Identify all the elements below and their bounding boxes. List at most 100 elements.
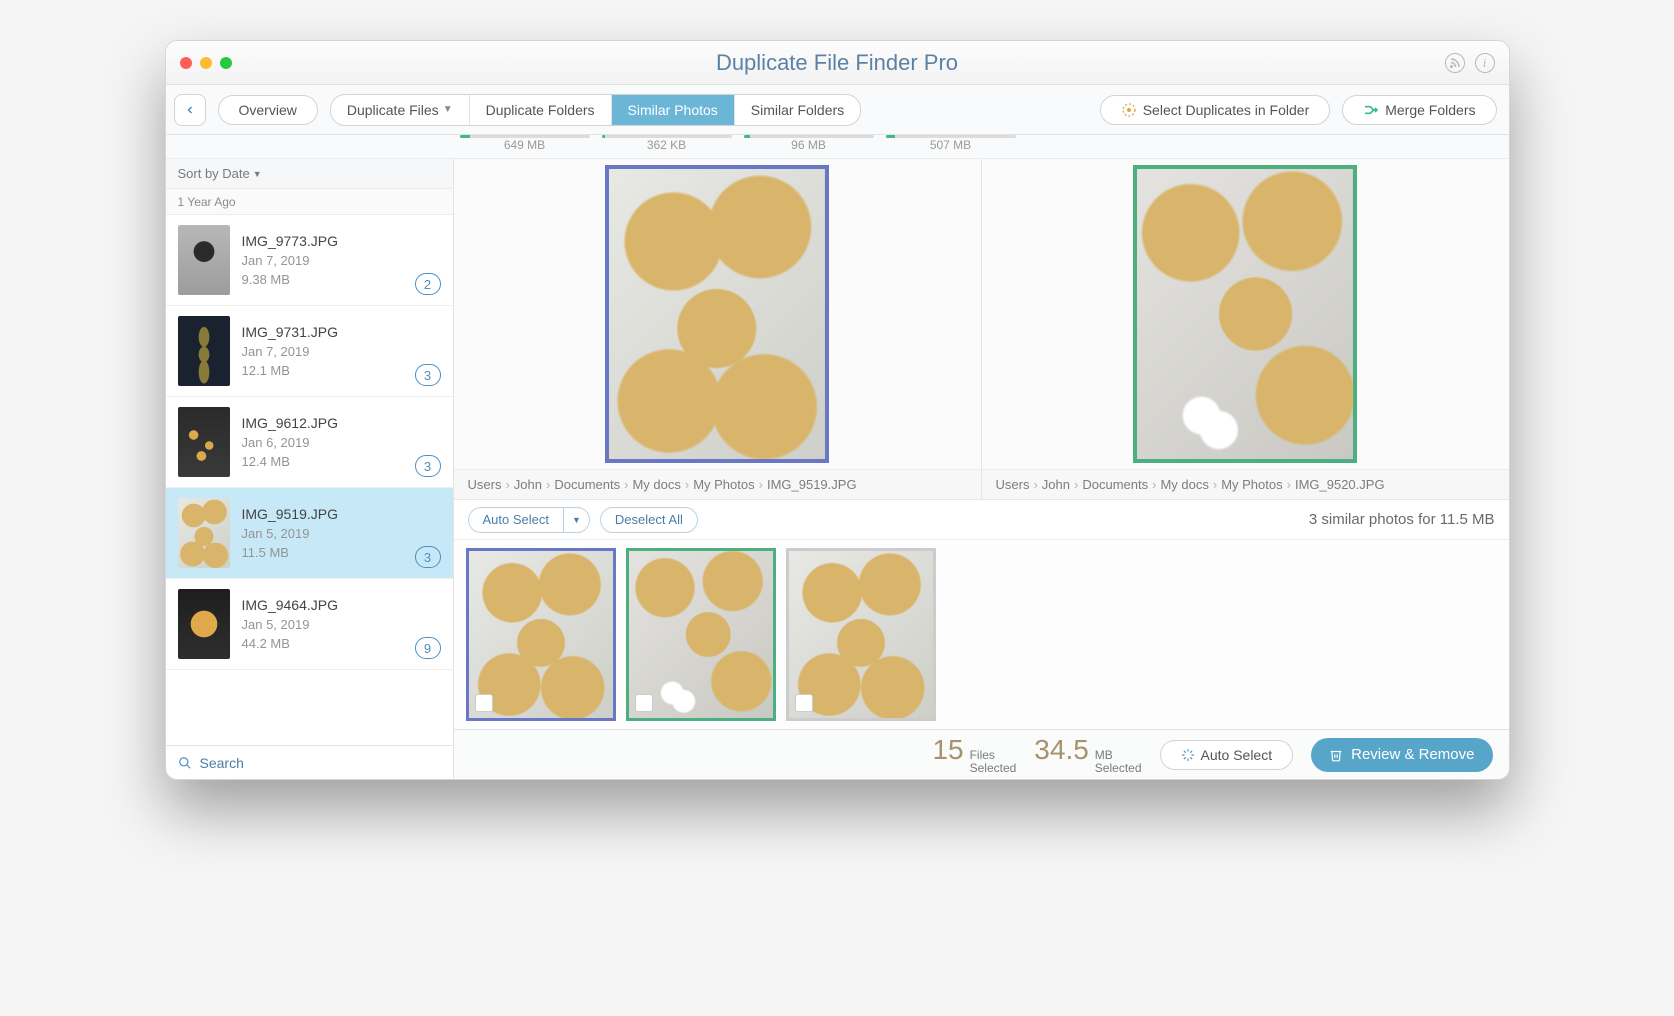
- size-indicators: 649 MB 362 KB 96 MB 507 MB: [166, 135, 1509, 159]
- deselect-all-button[interactable]: Deselect All: [600, 507, 698, 533]
- file-date: Jan 7, 2019: [242, 253, 441, 268]
- count-badge: 3: [415, 546, 441, 568]
- breadcrumb-segment[interactable]: John: [1042, 477, 1070, 492]
- merge-folders-button[interactable]: Merge Folders: [1342, 95, 1496, 125]
- count-badge: 3: [415, 364, 441, 386]
- footer: 15 FilesSelected 34.5 MBSelected Auto Se…: [454, 729, 1509, 779]
- titlebar: Duplicate File Finder Pro i: [166, 41, 1509, 85]
- tab-duplicate-folders[interactable]: Duplicate Folders: [470, 95, 612, 125]
- thumbnail: [178, 225, 230, 295]
- breadcrumb-segment[interactable]: Users: [468, 477, 502, 492]
- thumbnail-1[interactable]: [466, 548, 616, 721]
- file-name: IMG_9731.JPG: [242, 324, 441, 340]
- overview-button[interactable]: Overview: [218, 95, 318, 125]
- checkbox[interactable]: [475, 694, 493, 712]
- breadcrumb-segment[interactable]: Documents: [1082, 477, 1148, 492]
- list-item[interactable]: IMG_9464.JPG Jan 5, 2019 44.2 MB 9: [166, 579, 453, 670]
- file-list: IMG_9773.JPG Jan 7, 2019 9.38 MB 2 IMG_9…: [166, 215, 453, 745]
- count-badge: 9: [415, 637, 441, 659]
- checkbox[interactable]: [635, 694, 653, 712]
- chevron-right-icon: ›: [1033, 477, 1037, 492]
- app-title: Duplicate File Finder Pro: [166, 50, 1509, 76]
- chevron-right-icon: ›: [759, 477, 763, 492]
- chevron-right-icon: ›: [1213, 477, 1217, 492]
- search-icon: [178, 756, 192, 770]
- thumbnail: [178, 316, 230, 386]
- similar-summary: 3 similar photos for 11.5 MB: [1309, 511, 1495, 528]
- chevron-right-icon: ›: [1287, 477, 1291, 492]
- file-name: IMG_9464.JPG: [242, 597, 441, 613]
- tab-duplicate-files[interactable]: Duplicate Files▼: [331, 95, 470, 125]
- breadcrumb-segment[interactable]: My docs: [1160, 477, 1208, 492]
- chevron-right-icon: ›: [505, 477, 509, 492]
- breadcrumb-segment[interactable]: My docs: [632, 477, 680, 492]
- chevron-right-icon: ›: [624, 477, 628, 492]
- file-date: Jan 6, 2019: [242, 435, 441, 450]
- thumbnail-2[interactable]: [626, 548, 776, 721]
- list-item[interactable]: IMG_9773.JPG Jan 7, 2019 9.38 MB 2: [166, 215, 453, 306]
- file-size: 11.5 MB: [242, 545, 441, 560]
- file-name: IMG_9773.JPG: [242, 233, 441, 249]
- merge-icon: [1363, 102, 1379, 118]
- file-date: Jan 7, 2019: [242, 344, 441, 359]
- preview-image-left[interactable]: [605, 165, 829, 463]
- file-date: Jan 5, 2019: [242, 526, 441, 541]
- auto-select-small-button[interactable]: Auto Select: [468, 507, 564, 533]
- tab-similar-photos[interactable]: Similar Photos: [612, 95, 735, 125]
- sidebar: Sort by Date▼ 1 Year Ago IMG_9773.JPG Ja…: [166, 159, 454, 779]
- review-remove-button[interactable]: Review & Remove: [1311, 738, 1492, 772]
- compare-panes: Users›John›Documents›My docs›My Photos›I…: [454, 159, 1509, 499]
- auto-select-button[interactable]: Auto Select: [1160, 740, 1294, 770]
- main-area: Sort by Date▼ 1 Year Ago IMG_9773.JPG Ja…: [166, 159, 1509, 779]
- chevron-right-icon: ›: [1152, 477, 1156, 492]
- chevron-right-icon: ›: [1074, 477, 1078, 492]
- thumbnail: [178, 589, 230, 659]
- chevron-right-icon: ›: [685, 477, 689, 492]
- chevron-down-icon: ▼: [253, 169, 262, 179]
- thumbnail-3[interactable]: [786, 548, 936, 721]
- toolbar: Overview Duplicate Files▼ Duplicate Fold…: [166, 85, 1509, 135]
- thumbnail: [178, 498, 230, 568]
- files-selected-stat: 15 FilesSelected: [932, 734, 1016, 775]
- file-size: 12.4 MB: [242, 454, 441, 469]
- checkbox[interactable]: [795, 694, 813, 712]
- list-item[interactable]: IMG_9731.JPG Jan 7, 2019 12.1 MB 3: [166, 306, 453, 397]
- select-duplicates-in-folder-button[interactable]: Select Duplicates in Folder: [1100, 95, 1331, 125]
- breadcrumb-segment[interactable]: My Photos: [693, 477, 754, 492]
- breadcrumb-segment[interactable]: John: [514, 477, 542, 492]
- chevron-down-icon: ▼: [572, 515, 581, 525]
- auto-select-dropdown[interactable]: ▼: [563, 507, 590, 533]
- app-window: Duplicate File Finder Pro i Overview Dup…: [165, 40, 1510, 780]
- list-item[interactable]: IMG_9612.JPG Jan 6, 2019 12.4 MB 3: [166, 397, 453, 488]
- file-name: IMG_9612.JPG: [242, 415, 441, 431]
- breadcrumb-segment[interactable]: IMG_9519.JPG: [767, 477, 857, 492]
- sort-dropdown[interactable]: Sort by Date▼: [166, 159, 453, 189]
- compare-right: Users›John›Documents›My docs›My Photos›I…: [982, 159, 1509, 499]
- breadcrumb-segment[interactable]: Documents: [554, 477, 620, 492]
- file-name: IMG_9519.JPG: [242, 506, 441, 522]
- back-button[interactable]: [174, 94, 206, 126]
- breadcrumb-segment[interactable]: Users: [996, 477, 1030, 492]
- thumbnail: [178, 407, 230, 477]
- group-header: 1 Year Ago: [166, 189, 453, 215]
- mb-selected-stat: 34.5 MBSelected: [1034, 734, 1141, 775]
- list-item[interactable]: IMG_9519.JPG Jan 5, 2019 11.5 MB 3: [166, 488, 453, 579]
- file-size: 9.38 MB: [242, 272, 441, 287]
- preview-image-right[interactable]: [1133, 165, 1357, 463]
- tab-similar-folders[interactable]: Similar Folders: [735, 95, 860, 125]
- search-field[interactable]: Search: [166, 745, 453, 779]
- action-bar: Auto Select ▼ Deselect All 3 similar pho…: [454, 499, 1509, 539]
- chevron-right-icon: ›: [546, 477, 550, 492]
- breadcrumb-segment[interactable]: IMG_9520.JPG: [1295, 477, 1385, 492]
- breadcrumb-segment[interactable]: My Photos: [1221, 477, 1282, 492]
- trash-icon: [1329, 748, 1343, 762]
- count-badge: 3: [415, 455, 441, 477]
- file-size: 12.1 MB: [242, 363, 441, 378]
- count-badge: 2: [415, 273, 441, 295]
- content-area: Users›John›Documents›My docs›My Photos›I…: [454, 159, 1509, 779]
- category-tabs: Duplicate Files▼ Duplicate Folders Simil…: [330, 94, 861, 126]
- file-size: 44.2 MB: [242, 636, 441, 651]
- file-date: Jan 5, 2019: [242, 617, 441, 632]
- thumbnail-strip: [454, 539, 1509, 729]
- breadcrumb-left: Users›John›Documents›My docs›My Photos›I…: [454, 469, 981, 499]
